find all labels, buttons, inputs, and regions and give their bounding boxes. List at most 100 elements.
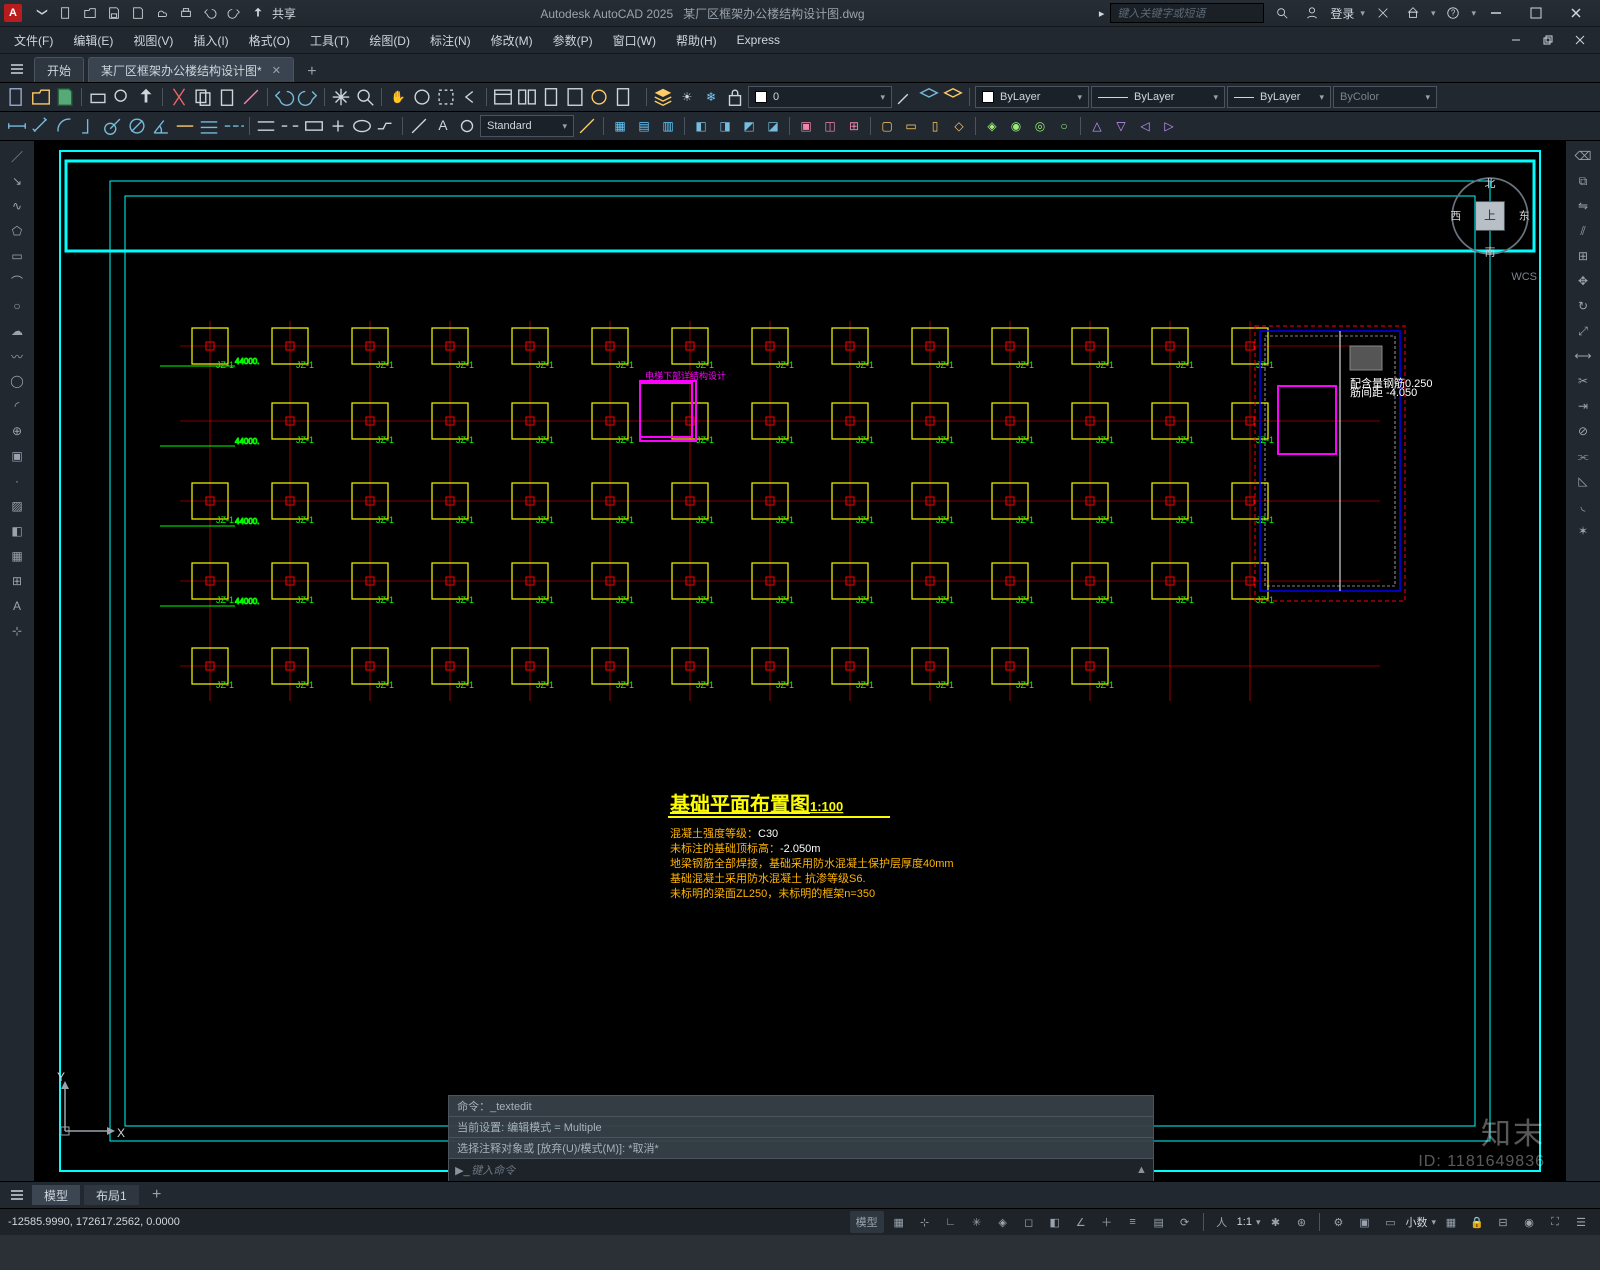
xline-icon[interactable]: ↘ — [5, 170, 29, 192]
cmd-input[interactable]: 键入命令 — [471, 1162, 515, 1178]
open-icon[interactable] — [81, 4, 99, 22]
dimbreak-icon[interactable] — [279, 115, 301, 137]
polar-icon[interactable]: ✳ — [966, 1211, 988, 1233]
addsel-icon[interactable]: ⊹ — [5, 620, 29, 642]
plotstyle-dropdown[interactable]: ByColor ▾ — [1333, 86, 1437, 108]
freeze-icon[interactable]: ❄ — [700, 86, 722, 108]
t20-icon[interactable]: ▽ — [1110, 115, 1132, 137]
tol-icon[interactable] — [303, 115, 325, 137]
erase-icon[interactable]: ⌫ — [1571, 145, 1595, 167]
insp-icon[interactable] — [351, 115, 373, 137]
t21-icon[interactable]: ◁ — [1134, 115, 1156, 137]
lockui-icon[interactable]: 🔒 — [1466, 1211, 1488, 1233]
save-icon[interactable] — [105, 4, 123, 22]
point-icon[interactable]: · — [5, 470, 29, 492]
menu-format[interactable]: 格式(O) — [241, 30, 298, 51]
menu-help[interactable]: 帮助(H) — [668, 30, 725, 51]
3dosnap-icon[interactable]: ◧ — [1044, 1211, 1066, 1233]
t1-icon[interactable]: ▦ — [609, 115, 631, 137]
offset-icon[interactable]: ⫽ — [1571, 220, 1595, 242]
extend-icon[interactable]: ⇥ — [1571, 395, 1595, 417]
doc-minimize-button[interactable] — [1502, 29, 1530, 51]
t5-icon[interactable]: ◨ — [714, 115, 736, 137]
pline-icon[interactable]: ∿ — [5, 195, 29, 217]
redo2-icon[interactable] — [297, 86, 319, 108]
t4-icon[interactable]: ◧ — [690, 115, 712, 137]
match-icon[interactable] — [240, 86, 262, 108]
publish-icon[interactable] — [135, 86, 157, 108]
tab-start[interactable]: 开始 — [34, 57, 84, 82]
rotate-icon[interactable]: ↻ — [1571, 295, 1595, 317]
sheet-icon[interactable] — [564, 86, 586, 108]
t8-icon[interactable]: ▣ — [795, 115, 817, 137]
t16-icon[interactable]: ◉ — [1005, 115, 1027, 137]
dimupd-icon[interactable] — [456, 115, 478, 137]
menu-tools[interactable]: 工具(T) — [302, 30, 357, 51]
qp-icon[interactable]: ▦ — [1440, 1211, 1462, 1233]
annoauto-icon[interactable]: ⊛ — [1290, 1211, 1312, 1233]
t19-icon[interactable]: △ — [1086, 115, 1108, 137]
layprev-icon[interactable] — [918, 86, 940, 108]
sun-icon[interactable]: ☀ — [676, 86, 698, 108]
snap-icon[interactable]: ⊹ — [914, 1211, 936, 1233]
t9-icon[interactable]: ◫ — [819, 115, 841, 137]
dim-aligned-icon[interactable] — [30, 115, 52, 137]
cut-icon[interactable] — [168, 86, 190, 108]
doc-close-button[interactable] — [1566, 29, 1594, 51]
close-button[interactable] — [1556, 0, 1596, 26]
menu-window[interactable]: 窗口(W) — [605, 30, 664, 51]
preview-icon[interactable] — [111, 86, 133, 108]
dim-arc-icon[interactable] — [54, 115, 76, 137]
array-icon[interactable]: ⊞ — [1571, 245, 1595, 267]
minimize-button[interactable] — [1476, 0, 1516, 26]
pan2-icon[interactable]: ✋ — [387, 86, 409, 108]
dim-dia-icon[interactable] — [126, 115, 148, 137]
cloud-icon[interactable] — [153, 4, 171, 22]
basket-icon[interactable] — [1404, 4, 1422, 22]
lw-icon[interactable]: ≡ — [1122, 1211, 1144, 1233]
dimstyle-icon[interactable] — [576, 115, 598, 137]
t12-icon[interactable]: ▭ — [900, 115, 922, 137]
t22-icon[interactable]: ▷ — [1158, 115, 1180, 137]
menu-file[interactable]: 文件(F) — [6, 30, 61, 51]
t11-icon[interactable]: ▢ — [876, 115, 898, 137]
t18-icon[interactable]: ○ — [1053, 115, 1075, 137]
hatch-icon[interactable]: ▨ — [5, 495, 29, 517]
layer-icon[interactable] — [652, 86, 674, 108]
t10-icon[interactable]: ⊞ — [843, 115, 865, 137]
tab-active-doc[interactable]: 某厂区框架办公楼结构设计图* ✕ — [88, 57, 294, 82]
arc-icon[interactable]: ⌒ — [5, 270, 29, 292]
search-icon[interactable] — [1273, 4, 1291, 22]
tab-add-button[interactable]: + — [302, 62, 322, 82]
dim-rad-icon[interactable] — [102, 115, 124, 137]
lock-icon[interactable] — [724, 86, 746, 108]
copy-icon[interactable] — [192, 86, 214, 108]
t15-icon[interactable]: ◈ — [981, 115, 1003, 137]
props-icon[interactable] — [492, 86, 514, 108]
insert-icon[interactable]: ⊕ — [5, 420, 29, 442]
redo-icon[interactable] — [225, 4, 243, 22]
line-icon[interactable]: ／ — [5, 145, 29, 167]
maximize-button[interactable] — [1516, 0, 1556, 26]
ellarc-icon[interactable]: ◜ — [5, 395, 29, 417]
zoomwin-icon[interactable] — [435, 86, 457, 108]
annoviz-icon[interactable]: ✱ — [1264, 1211, 1286, 1233]
undo-icon[interactable] — [201, 4, 219, 22]
tab-close-icon[interactable]: ✕ — [272, 64, 281, 77]
menu-dim[interactable]: 标注(N) — [422, 30, 479, 51]
break-icon[interactable]: ⊘ — [1571, 420, 1595, 442]
dimted-icon[interactable]: A — [432, 115, 454, 137]
tab-modelspace[interactable]: 模型 — [32, 1185, 80, 1205]
layout-list-icon[interactable] — [6, 1184, 28, 1206]
orbit-icon[interactable] — [411, 86, 433, 108]
share-icon[interactable] — [249, 4, 267, 22]
color-dropdown[interactable]: ByLayer ▾ — [975, 86, 1089, 108]
units-icon[interactable]: ▭ — [1379, 1211, 1401, 1233]
gradient-icon[interactable]: ◧ — [5, 520, 29, 542]
osnap-icon[interactable]: ◻ — [1018, 1211, 1040, 1233]
dyn-icon[interactable]: ＋ — [1096, 1211, 1118, 1233]
explode-icon[interactable]: ✶ — [1571, 520, 1595, 542]
menu-flyout-icon[interactable] — [33, 4, 51, 22]
rect-icon[interactable]: ▭ — [5, 245, 29, 267]
share-label[interactable]: 共享 — [272, 5, 296, 22]
